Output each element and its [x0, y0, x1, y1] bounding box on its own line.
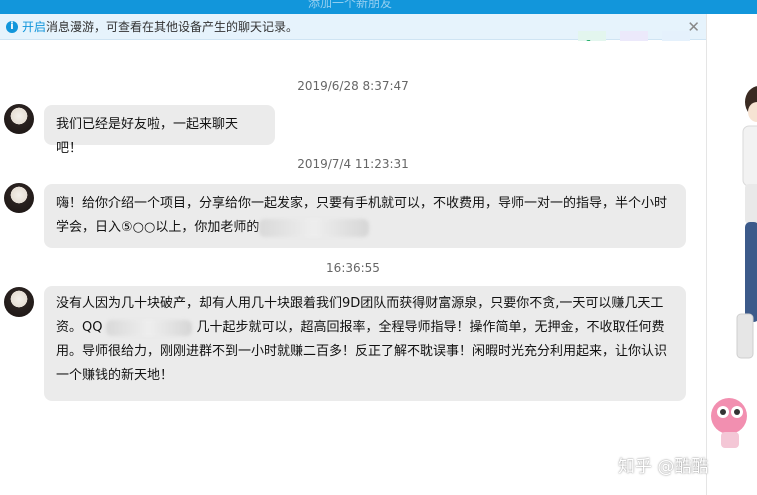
message-text-line: 资。QQ 几十起步就可以，超高回报率，全程导师指导！操作简单，无押金，不收取任何费 — [56, 316, 674, 340]
chat-message-area[interactable]: 2019/6/28 8:37:47 我们已经是好友啦，一起来聊天吧！ 2019/… — [0, 41, 706, 495]
message-timestamp: 16:36:55 — [326, 261, 380, 275]
message-text-line: 一个赚钱的新天地！ — [56, 368, 174, 383]
message-text: 学会，日入⑤○○以上，你加老师的 — [56, 220, 260, 235]
message-timestamp: 2019/6/28 8:37:47 — [297, 79, 409, 93]
window-title: 添加一个新朋友 — [307, 0, 392, 10]
contact-show-panel — [706, 14, 757, 495]
message-timestamp: 2019/7/4 11:23:31 — [297, 157, 409, 171]
blurred-contact-redaction — [106, 319, 193, 336]
window-title-bar: 添加一个新朋友 — [0, 0, 757, 14]
watermark: 知乎 @酷酷 — [618, 457, 709, 477]
message-text-line: 学会，日入⑤○○以上，你加老师的 — [56, 216, 674, 240]
enable-roaming-link[interactable]: 开启 — [22, 18, 46, 35]
avatar[interactable] — [4, 287, 34, 317]
blurred-contact-redaction — [259, 218, 370, 237]
cartoon-character-illustration — [711, 86, 757, 448]
message-bubble: 我们已经是好友啦，一起来聊天吧！ — [44, 105, 275, 156]
message-text: 我们已经是好友啦，一起来聊天吧！ — [56, 117, 239, 156]
message-text-line: 用。导师很给力，刚刚进群不到一小时就赚二百多！反正了解不耽误事！闲暇时光充分利用… — [56, 344, 668, 359]
message-text-line: 没有人因为几十块破产，却有人用几十块跟着我们9D团队而获得财富源泉，只要你不贪,… — [56, 296, 664, 311]
message-text-line: 嗨！给你介绍一个项目，分享给你一起发家，只要有手机就可以，不收费用，导师一对一的… — [56, 196, 668, 211]
info-icon: i — [6, 20, 18, 33]
message-bubble: 没有人因为几十块破产，却有人用几十块跟着我们9D团队而获得财富源泉，只要你不贪,… — [44, 286, 686, 401]
message-text: 资。QQ — [56, 320, 103, 335]
avatar[interactable] — [4, 104, 34, 134]
avatar[interactable] — [4, 183, 34, 213]
message-bubble: 嗨！给你介绍一个项目，分享给你一起发家，只要有手机就可以，不收费用，导师一对一的… — [44, 184, 686, 248]
notice-text: 消息漫游，可查看在其他设备产生的聊天记录。 — [46, 20, 299, 34]
message-text: 几十起步就可以，超高回报率，全程导师指导！操作简单，无押金，不收取任何费 — [196, 320, 665, 335]
